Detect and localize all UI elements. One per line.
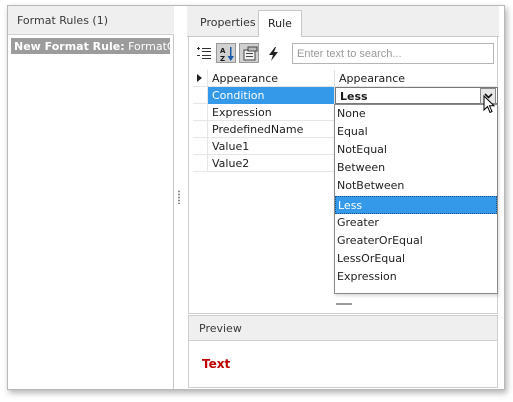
dropdown-option[interactable]: LessOrEqual xyxy=(335,250,497,268)
dropdown-resize-grip[interactable] xyxy=(336,303,352,305)
format-rules-list-panel xyxy=(8,6,174,389)
property-name: Expression xyxy=(208,104,335,121)
splitter-grip[interactable] xyxy=(178,190,180,204)
svg-text:A: A xyxy=(220,47,226,55)
preview-header: Preview xyxy=(188,315,498,341)
dropdown-option[interactable]: Expression xyxy=(335,268,497,286)
dropdown-option[interactable]: NotBetween xyxy=(335,177,497,195)
property-name: PredefinedName xyxy=(208,121,335,138)
property-name: Condition xyxy=(208,87,335,104)
property-name: Appearance xyxy=(208,70,335,87)
expand-arrow-icon[interactable] xyxy=(197,74,202,82)
format-rules-title: Format Rules (1) xyxy=(17,14,109,27)
tab-properties[interactable]: Properties xyxy=(191,10,257,38)
condition-dropdown-list[interactable]: None Equal NotEqual Between NotBetween L… xyxy=(334,104,498,294)
property-value: Appearance xyxy=(339,72,406,85)
dropdown-option[interactable]: Greater xyxy=(335,214,497,232)
events-icon[interactable] xyxy=(263,43,283,63)
format-rule-name: New Format Rule: xyxy=(14,40,125,53)
dropdown-option-selected[interactable]: Less xyxy=(335,196,497,214)
dropdown-option[interactable]: GreaterOrEqual xyxy=(335,232,497,250)
format-rule-list-item[interactable]: New Format Rule: FormatCor xyxy=(11,38,170,54)
property-row-condition[interactable]: Condition Less xyxy=(193,87,498,104)
property-name: Value2 xyxy=(208,155,335,172)
svg-text:Z: Z xyxy=(220,55,225,62)
alphabetical-sort-icon[interactable]: A Z xyxy=(216,43,236,63)
property-name: Value1 xyxy=(208,138,335,155)
property-row-appearance[interactable]: Appearance Appearance xyxy=(193,70,498,87)
condition-combo-value[interactable]: Less xyxy=(335,87,498,104)
format-rule-type: FormatCor xyxy=(128,40,170,53)
property-pages-icon[interactable] xyxy=(239,43,259,63)
dropdown-option[interactable]: None xyxy=(335,105,497,123)
preview-title: Preview xyxy=(199,322,242,335)
mouse-cursor-icon xyxy=(483,95,496,114)
format-rules-header: Format Rules (1) xyxy=(8,6,174,35)
search-input[interactable]: Enter text to search... xyxy=(292,43,494,64)
categorized-icon[interactable] xyxy=(193,43,213,63)
tab-rule[interactable]: Rule xyxy=(258,10,302,38)
dropdown-option[interactable]: Between xyxy=(335,159,497,177)
dropdown-option[interactable]: NotEqual xyxy=(335,141,497,159)
dropdown-option[interactable]: Equal xyxy=(335,123,497,141)
preview-area xyxy=(188,341,498,388)
preview-sample-text: Text xyxy=(202,357,231,371)
